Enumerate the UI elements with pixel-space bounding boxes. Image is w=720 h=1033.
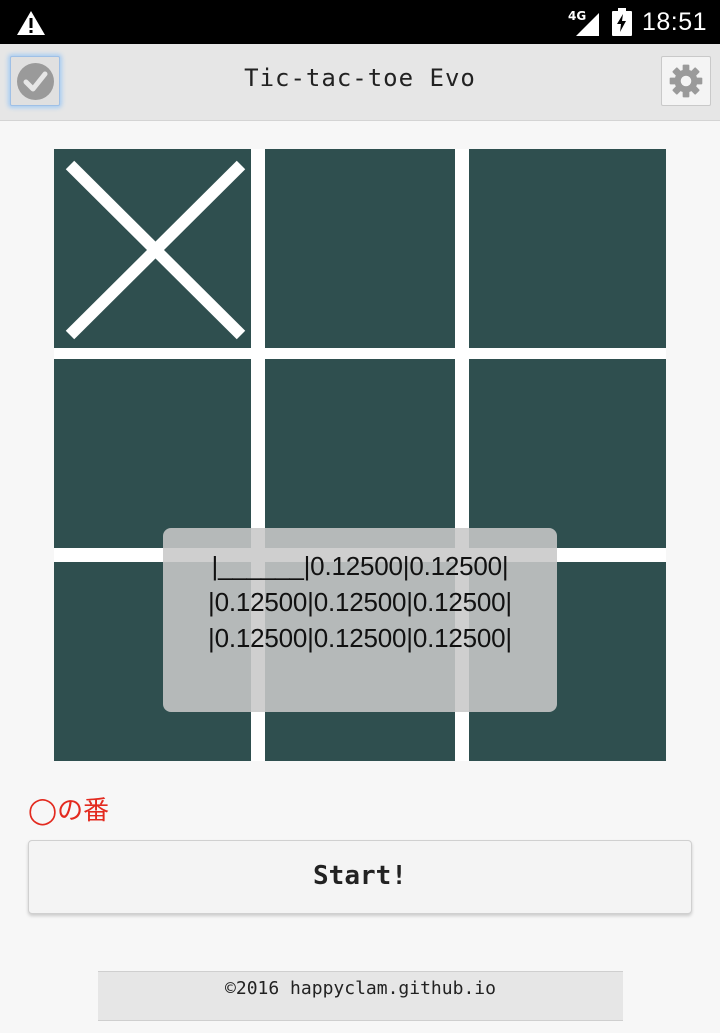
gear-icon [669,64,703,98]
board-cell-2[interactable] [265,149,455,348]
app-title: Tic-tac-toe Evo [244,64,476,92]
warning-icon [17,11,45,35]
settings-button[interactable] [661,56,711,106]
toast-line-1: |______|0.12500|0.12500| [211,551,509,581]
start-button-label: Start! [313,861,407,891]
board-cell-1[interactable] [54,149,251,348]
clock: 18:51 [642,8,708,36]
battery-charging-icon [612,8,632,36]
x-mark [65,160,246,340]
board-cell-5[interactable] [265,359,455,548]
board-cell-6[interactable] [469,359,666,548]
turn-indicator: ◯の番 [28,796,110,826]
toast-line-3: |0.12500|0.12500|0.12500| [208,623,512,653]
probability-toast: |______|0.12500|0.12500| |0.12500|0.1250… [163,528,557,712]
toast-line-2: |0.12500|0.12500|0.12500| [208,587,512,617]
app-bar: Tic-tac-toe Evo [0,44,720,121]
board-cell-4[interactable] [54,359,251,548]
status-bar: 4G 18:51 [0,0,720,44]
footer-copyright: ©2016 happyclam.github.io [225,978,496,999]
start-button[interactable]: Start! [28,840,692,914]
footer: ©2016 happyclam.github.io [98,971,623,1021]
cell-signal-icon: 4G [568,9,600,37]
board-cell-3[interactable] [469,149,666,348]
